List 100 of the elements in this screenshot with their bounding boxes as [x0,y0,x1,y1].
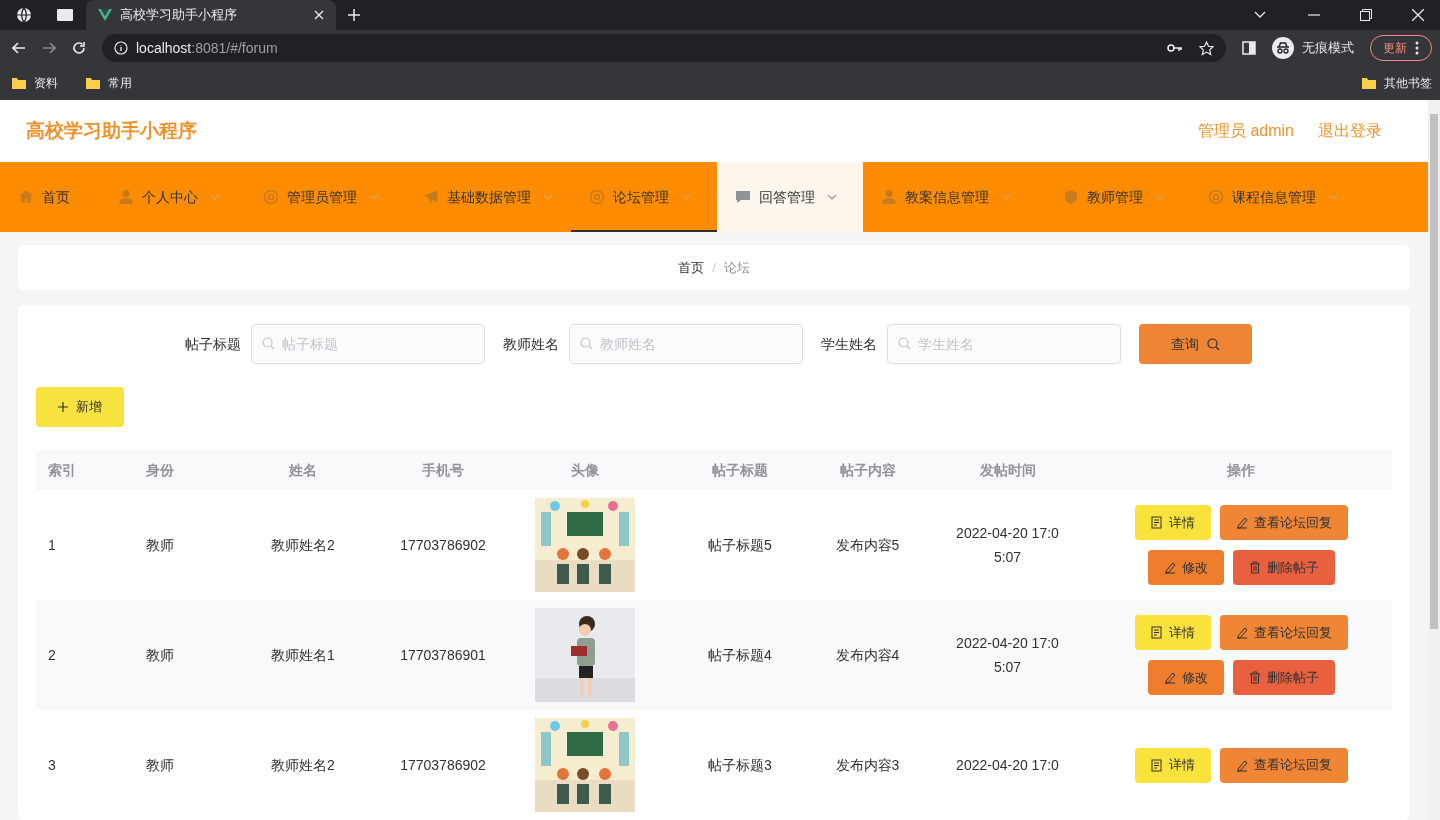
column-header: 手机号 [421,460,465,480]
shield-icon [1063,189,1079,205]
reload-icon[interactable] [72,41,86,55]
nav-menu-item[interactable]: 课程信息管理 [1190,162,1420,232]
bookmark[interactable]: 资料 [12,74,58,92]
detail-button[interactable]: 详情 [1134,505,1211,541]
tab-title: 高校学习助手小程序 [120,6,238,25]
column-header: 帖子内容 [838,460,897,480]
table-cell-text: 17703786902 [399,755,487,775]
new-tab-icon[interactable] [348,9,360,21]
incognito-icon [1272,37,1294,59]
table-cell-text: 1 [47,535,57,555]
breadcrumb-separator: / [712,258,716,277]
replies-button[interactable]: 查看论坛回复 [1219,505,1348,541]
nav-menu-item[interactable]: 回答管理 [717,162,863,232]
pencil-icon [1235,758,1248,772]
more-icon [1415,41,1419,55]
column-header: 身份 [145,460,175,480]
table-cell-text: 2 [47,645,57,665]
filter-label: 帖子标题 [184,334,241,354]
pencil-icon [1163,561,1176,575]
nav-menu-item[interactable]: 基础数据管理 [405,162,571,232]
table-cell-text: 3 [47,755,57,775]
table-cell-text: 帖子标题5 [707,535,773,555]
search-button[interactable]: 查询 [1138,324,1252,364]
table-cell-text: 教师 [145,755,175,775]
filter-label: 学生姓名 [820,334,877,354]
address-bar[interactable]: localhost:8081/#/forum [102,34,1226,62]
table-cell-text: 教师 [145,645,175,665]
search-icon [897,337,911,350]
search-field[interactable]: 学生姓名 [886,324,1121,364]
search-icon [579,337,593,350]
tab-page-icon [56,8,74,22]
nav-menu-item[interactable]: 教师管理 [1045,162,1190,232]
edit-button[interactable]: 修改 [1147,550,1224,586]
scrollbar[interactable] [1428,100,1440,820]
delete-button[interactable]: 删除帖子 [1232,660,1335,696]
replies-button[interactable]: 查看论坛回复 [1219,615,1348,651]
ring-icon [263,189,279,205]
close-window-icon[interactable] [1412,9,1424,21]
document-icon [1150,626,1163,640]
table-cell-text: 发布内容5 [834,535,901,555]
app-title: 高校学习助手小程序 [26,118,198,143]
table-cell-text: 发布内容4 [834,645,901,665]
delete-button[interactable]: 删除帖子 [1232,550,1335,586]
table-cell-text: 帖子标题4 [707,645,773,665]
search-icon [1206,337,1220,351]
detail-button[interactable]: 详情 [1134,747,1211,783]
plus-icon [58,402,68,412]
table-cell-text: 17703786902 [399,535,487,555]
chevron-down-icon [827,194,837,200]
column-header: 帖子标题 [711,460,769,480]
back-icon[interactable] [12,42,26,54]
chevron-down-icon [681,194,691,200]
star-icon[interactable] [1199,40,1214,56]
breadcrumb-link[interactable]: 论坛 [723,257,750,278]
folder-icon [1362,77,1376,89]
chevron-down-icon [543,194,553,200]
sidebar-icon[interactable] [1242,41,1256,55]
table-cell-text: 2022-04-20 17:05:07 [955,524,1060,568]
nav-menu-item[interactable]: 个人中心 [100,162,245,232]
ring-icon [589,189,605,205]
edit-button[interactable]: 修改 [1147,660,1224,696]
person-icon [118,189,134,205]
nav-menu-item[interactable]: 教案信息管理 [863,162,1045,232]
table-cell-text: 教师姓名2 [270,755,336,775]
chevron-down-icon[interactable] [1254,11,1266,19]
chevron-down-icon [210,194,220,200]
chevron-down-icon [1328,194,1338,200]
paper-plane-icon [423,189,439,205]
home-icon [18,189,34,205]
nav-menu-item[interactable]: 首页 [0,162,100,232]
trash-icon [1248,671,1261,685]
person-icon [881,189,897,205]
detail-button[interactable]: 详情 [1134,615,1211,651]
add-button[interactable]: 新增 [36,387,124,427]
search-icon [261,337,275,350]
bookmark[interactable]: 常用 [86,74,132,92]
ring-icon [1208,189,1224,205]
breadcrumb-link[interactable]: 首页 [678,257,705,278]
chat-icon [735,189,751,205]
forward-icon[interactable] [42,42,56,54]
browser-tab[interactable]: 高校学习助手小程序 [86,0,336,30]
profile-label: 无痕模式 [1302,39,1354,58]
replies-button[interactable]: 查看论坛回复 [1219,747,1348,783]
info-icon [114,41,128,55]
nav-menu-item[interactable]: 论坛管理 [571,162,717,232]
pencil-icon [1235,626,1248,640]
folder-icon [12,77,26,89]
restore-icon[interactable] [1360,9,1372,21]
nav-menu-item[interactable]: 管理员管理 [245,162,405,232]
chevron-down-icon [1155,194,1165,200]
table-cell-text: 17703786901 [399,645,487,665]
chevron-down-icon [1001,194,1011,200]
close-icon[interactable] [314,10,324,20]
search-field[interactable]: 帖子标题 [250,324,485,364]
table-cell-text: 发布内容3 [834,755,901,775]
key-icon[interactable] [1167,43,1183,53]
chevron-down-icon [369,194,379,200]
bookmark[interactable]: 其他书签 [1362,74,1432,92]
